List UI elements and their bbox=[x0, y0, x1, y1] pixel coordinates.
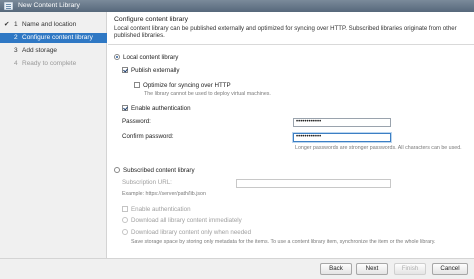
step-configure-content-library[interactable]: 2 Configure content library bbox=[0, 33, 107, 43]
page-description: Local content library can be published e… bbox=[114, 25, 457, 39]
publish-externally-checkbox[interactable] bbox=[122, 67, 128, 73]
wizard-footer: Back Next Finish Cancel bbox=[0, 258, 474, 279]
publish-externally-option[interactable]: Publish externally bbox=[122, 67, 180, 75]
optimize-http-option[interactable]: Optimize for syncing over HTTP bbox=[134, 82, 231, 90]
download-needed-option[interactable]: Download library content only when neede… bbox=[122, 229, 251, 237]
subscription-url-label: Subscription URL: bbox=[122, 179, 172, 186]
enable-auth-option[interactable]: Enable authentication bbox=[122, 105, 191, 113]
download-needed-radio[interactable] bbox=[122, 229, 128, 235]
download-all-label: Download all library content immediately bbox=[131, 217, 242, 224]
local-library-option[interactable]: Local content library bbox=[114, 54, 178, 62]
step-ready-to-complete: 4 Ready to complete bbox=[0, 59, 107, 69]
library-icon bbox=[4, 2, 13, 10]
optimize-http-label: Optimize for syncing over HTTP bbox=[143, 82, 231, 89]
password-label: Password: bbox=[122, 118, 151, 125]
step-number: 1 bbox=[14, 21, 18, 28]
enable-auth-label: Enable authentication bbox=[131, 105, 191, 112]
step-number: 2 bbox=[14, 34, 18, 41]
download-all-radio[interactable] bbox=[122, 217, 128, 223]
step-label: Name and location bbox=[22, 21, 77, 28]
enable-auth-checkbox[interactable] bbox=[122, 105, 128, 111]
subscription-url-input[interactable] bbox=[236, 179, 391, 188]
subscribed-auth-checkbox[interactable] bbox=[122, 206, 128, 212]
content-panel: Configure content library Local content … bbox=[108, 12, 474, 258]
checkmark-icon: ✔ bbox=[4, 21, 10, 28]
subscribed-auth-label: Enable authentication bbox=[131, 206, 191, 213]
cancel-button[interactable]: Cancel bbox=[432, 263, 468, 275]
subscription-url-example: Example: https://server/path/lib.json bbox=[122, 191, 206, 197]
step-number: 4 bbox=[14, 60, 18, 67]
password-hint: Longer passwords are stronger passwords.… bbox=[295, 145, 462, 151]
local-library-label: Local content library bbox=[123, 54, 179, 61]
window-titlebar: New Content Library bbox=[0, 0, 474, 12]
divider bbox=[108, 44, 474, 45]
page-title: Configure content library bbox=[114, 16, 189, 23]
finish-button[interactable]: Finish bbox=[394, 263, 426, 275]
step-label: Ready to complete bbox=[22, 60, 77, 67]
publish-externally-label: Publish externally bbox=[131, 67, 180, 74]
back-button[interactable]: Back bbox=[320, 263, 352, 275]
confirm-password-field[interactable]: •••••••••••• bbox=[293, 133, 391, 142]
password-field[interactable]: •••••••••••• bbox=[293, 118, 391, 127]
step-name-and-location[interactable]: ✔ 1 Name and location bbox=[0, 20, 107, 30]
local-library-radio[interactable] bbox=[114, 54, 120, 60]
next-button[interactable]: Next bbox=[356, 263, 388, 275]
download-needed-hint: Save storage space by storing only metad… bbox=[131, 239, 436, 245]
download-needed-label: Download library content only when neede… bbox=[131, 229, 252, 236]
wizard-steps-sidebar: ✔ 1 Name and location 2 Configure conten… bbox=[0, 12, 107, 258]
step-add-storage[interactable]: 3 Add storage bbox=[0, 46, 107, 56]
subscribed-library-option[interactable]: Subscribed content library bbox=[114, 167, 195, 175]
confirm-password-label: Confirm password: bbox=[122, 133, 174, 140]
optimize-http-checkbox[interactable] bbox=[134, 82, 140, 88]
subscribed-library-radio[interactable] bbox=[114, 167, 120, 173]
step-label: Add storage bbox=[22, 47, 58, 54]
optimize-http-hint: The library cannot be used to deploy vir… bbox=[144, 91, 271, 97]
subscribed-library-label: Subscribed content library bbox=[123, 167, 195, 174]
download-all-option[interactable]: Download all library content immediately bbox=[122, 217, 242, 225]
subscribed-auth-option[interactable]: Enable authentication bbox=[122, 206, 191, 214]
window-title: New Content Library bbox=[18, 2, 80, 9]
step-number: 3 bbox=[14, 47, 18, 54]
step-label: Configure content library bbox=[22, 34, 93, 41]
